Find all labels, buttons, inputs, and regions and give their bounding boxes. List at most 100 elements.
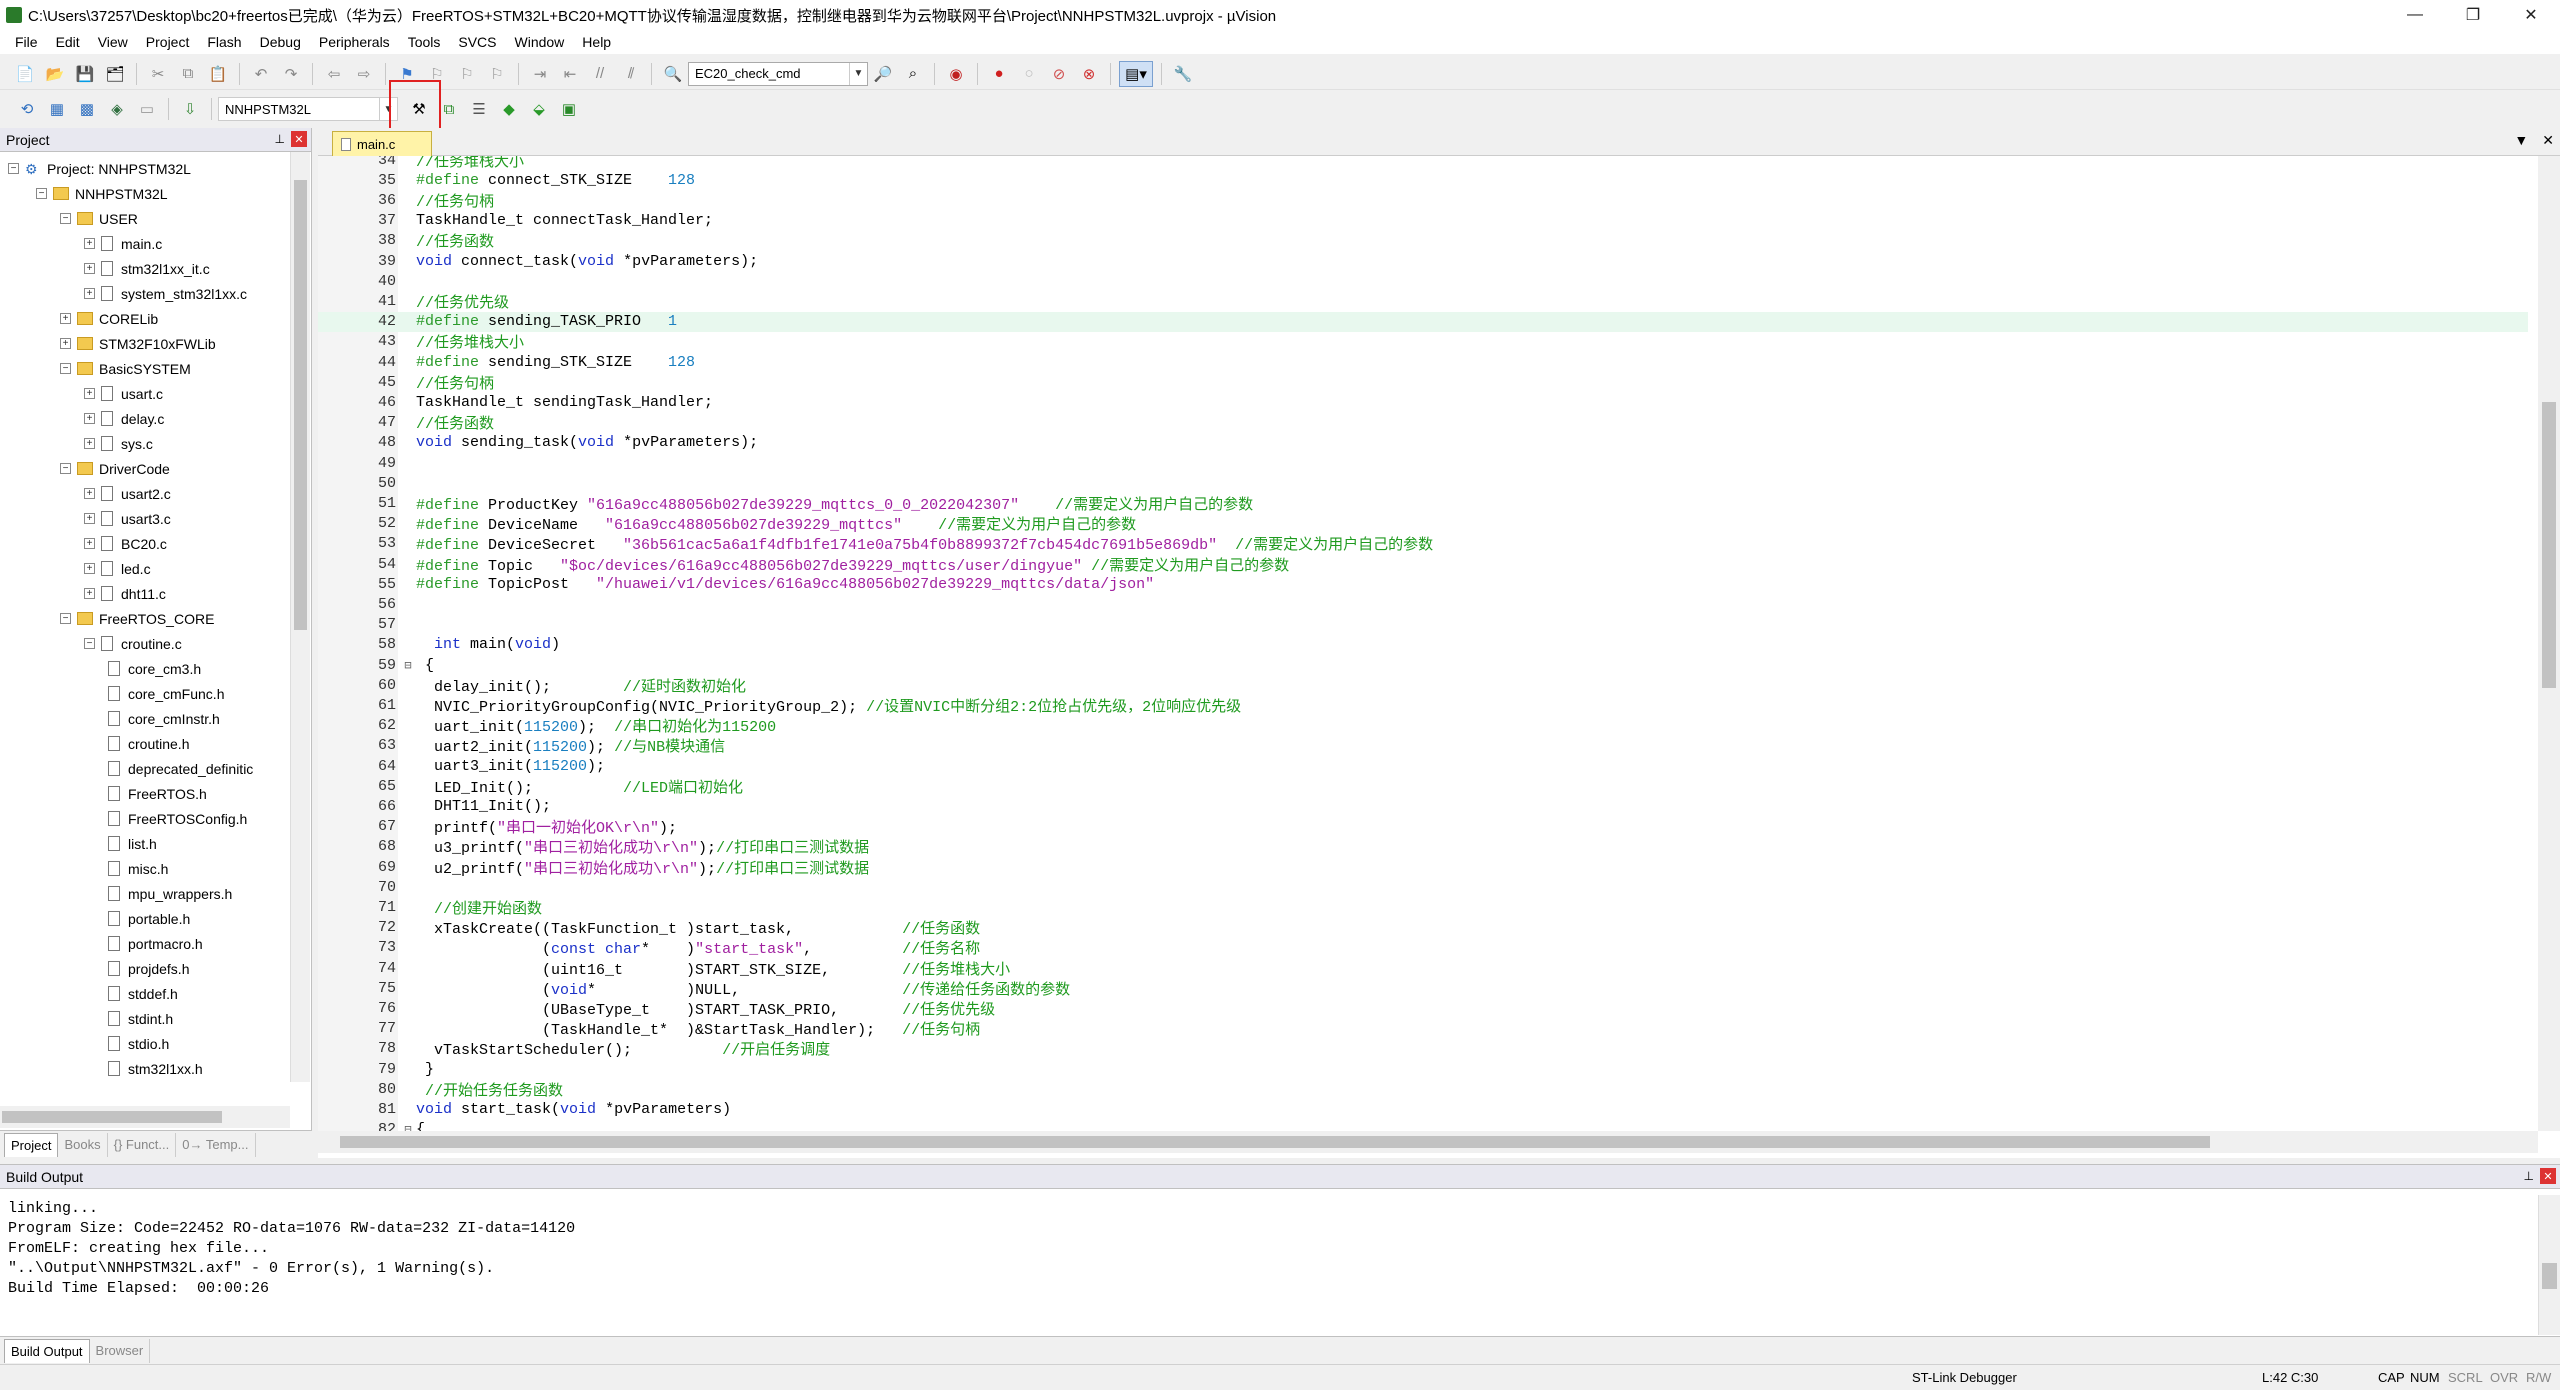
code-line[interactable]: 46 TaskHandle_t sendingTask_Handler; [318,392,2528,412]
code-line[interactable]: 56 [318,594,2528,614]
editor-horizontal-scrollbar[interactable] [318,1131,2538,1153]
tree-item[interactable]: stddef.h [108,981,178,1006]
menu-edit[interactable]: Edit [47,34,89,50]
code-line[interactable]: 79 } [318,1059,2528,1079]
new-file-icon[interactable]: 📄 [12,61,38,87]
kill-all-breakpoints-icon[interactable]: ⊗ [1076,61,1102,87]
tree-item[interactable]: + STM32F10xFWLib [60,331,216,356]
code-line[interactable]: 77 (TaskHandle_t* )&StartTask_Handler); … [318,1019,2528,1039]
tree-item[interactable]: stdint.h [108,1006,173,1031]
expand-icon[interactable]: + [84,513,95,524]
batch-build-icon[interactable]: ◈ [104,96,130,122]
code-line[interactable]: 41 //任务优先级 [318,291,2528,312]
clear-bookmarks-icon[interactable]: ⚐ [484,61,510,87]
tree-item[interactable]: portable.h [108,906,190,931]
tree-item[interactable]: + usart2.c [84,481,171,506]
build-output-scrollbar[interactable] [2538,1195,2560,1335]
expand-icon[interactable]: + [84,263,95,274]
tree-item[interactable]: − BasicSYSTEM [60,356,191,381]
scrollbar-thumb[interactable] [2,1111,222,1123]
copy-icon[interactable]: ⧉ [175,61,201,87]
tree-item[interactable]: misc.h [108,856,168,881]
expand-icon[interactable]: + [84,238,95,249]
expand-icon[interactable]: + [84,413,95,424]
code-line[interactable]: 40 [318,271,2528,291]
code-line[interactable]: 73 (const char* )"start_task", //任务名称 [318,938,2528,958]
build-icon[interactable]: ▦ [44,96,70,122]
tree-item[interactable]: core_cmInstr.h [108,706,220,731]
open-file-icon[interactable]: 📂 [42,61,68,87]
menu-file[interactable]: File [6,34,47,50]
code-line[interactable]: 53 #define DeviceSecret "36b561cac5a6a1f4… [318,534,2528,554]
tree-item[interactable]: + main.c [84,231,162,256]
disable-all-breakpoints-icon[interactable]: ⊘ [1046,61,1072,87]
code-line[interactable]: 63 uart2_init(115200); //与NB模块通信 [318,736,2528,756]
expand-icon[interactable]: + [84,388,95,399]
expand-icon[interactable]: + [60,338,71,349]
save-icon[interactable]: 💾 [72,61,98,87]
tree-item[interactable]: projdefs.h [108,956,189,981]
editor-vertical-scrollbar[interactable] [2538,156,2560,1131]
code-line[interactable]: 39 void connect_task(void *pvParameters); [318,251,2528,271]
tree-item[interactable]: + sys.c [84,431,153,456]
close-tab-icon[interactable]: ✕ [2542,132,2554,149]
code-area[interactable]: 34 //任务堆栈大小 35 #define connect_STK_SIZE 128… [318,156,2538,1131]
code-line[interactable]: 44 #define sending_STK_SIZE 128 [318,352,2528,372]
undo-icon[interactable]: ↶ [248,61,274,87]
tree-item[interactable]: − ⚙ Project: NNHPSTM32L [8,156,191,181]
comment-icon[interactable]: // [587,61,613,87]
code-line[interactable]: 54 #define Topic "$oc/devices/616a9cc4880… [318,554,2528,575]
restore-button[interactable]: ❐ [2444,0,2502,30]
tree-item[interactable]: + stm32l1xx_it.c [84,256,210,281]
tree-item[interactable]: + BC20.c [84,531,167,556]
minimize-button[interactable]: — [2386,0,2444,30]
scrollbar-thumb[interactable] [2542,1263,2557,1289]
close-icon[interactable]: ✕ [291,131,307,147]
scrollbar-thumb[interactable] [2542,402,2556,688]
code-line[interactable]: 66 DHT11_Init(); [318,796,2528,816]
menu-svcs[interactable]: SVCS [449,34,505,50]
tree-item[interactable]: + usart3.c [84,506,171,531]
uncomment-icon[interactable]: /̸ [617,61,643,87]
tree-item[interactable]: portmacro.h [108,931,203,956]
collapse-icon[interactable]: − [60,363,71,374]
expand-icon[interactable]: + [60,313,71,324]
menu-debug[interactable]: Debug [251,34,310,50]
tree-item[interactable]: deprecated_definitic [108,756,253,781]
scrollbar-thumb[interactable] [340,1136,2210,1148]
code-line[interactable]: 74 (uint16_t )START_STK_SIZE, //任务堆栈大小 [318,958,2528,979]
next-bookmark-icon[interactable]: ⚐ [454,61,480,87]
code-line[interactable]: 68 u3_printf("串口三初始化成功\r\n");//打印串口三测试数据 [318,837,2528,857]
code-line[interactable]: 48 void sending_task(void *pvParameters); [318,433,2528,453]
close-icon[interactable]: ✕ [2540,1168,2556,1184]
breakpoint-icon[interactable]: ● [986,61,1012,87]
code-line[interactable]: 65 LED_Init(); //LED端口初始化 [318,776,2528,797]
expand-icon[interactable]: + [84,438,95,449]
code-line[interactable]: 36 //任务句柄 [318,190,2528,211]
select-packs-icon[interactable]: ◆ [496,96,522,122]
code-line[interactable]: 43 //任务堆栈大小 [318,332,2528,352]
code-line[interactable]: 71 //创建开始函数 [318,897,2528,918]
unindent-icon[interactable]: ⇤ [557,61,583,87]
code-line[interactable]: 69 u2_printf("串口三初始化成功\r\n");//打印串口三测试数据 [318,857,2528,878]
tree-item[interactable]: mpu_wrappers.h [108,881,232,906]
download-icon[interactable]: ⇩ [177,96,203,122]
stop-build-icon[interactable]: ▭ [134,96,160,122]
tree-item[interactable]: stdio.h [108,1031,169,1056]
rebuild-icon[interactable]: ▩ [74,96,100,122]
menu-window[interactable]: Window [506,34,574,50]
code-line[interactable]: 59 ⊟ { [318,655,2528,675]
code-line[interactable]: 82 ⊟{ [318,1120,2528,1131]
menu-help[interactable]: Help [573,34,620,50]
translate-icon[interactable]: ⟲ [14,96,40,122]
pack-installer-icon[interactable]: ⬙ [526,96,552,122]
menu-view[interactable]: View [89,34,137,50]
code-line[interactable]: 58 int main(void) [318,635,2528,655]
editor-tab-main-c[interactable]: main.c [332,131,432,156]
tree-item[interactable]: croutine.h [108,731,189,756]
tree-item[interactable]: list.h [108,831,157,856]
expand-icon[interactable]: + [84,588,95,599]
tree-item[interactable]: + dht11.c [84,581,166,606]
expand-icon[interactable]: + [84,563,95,574]
tree-item[interactable]: FreeRTOS.h [108,781,207,806]
